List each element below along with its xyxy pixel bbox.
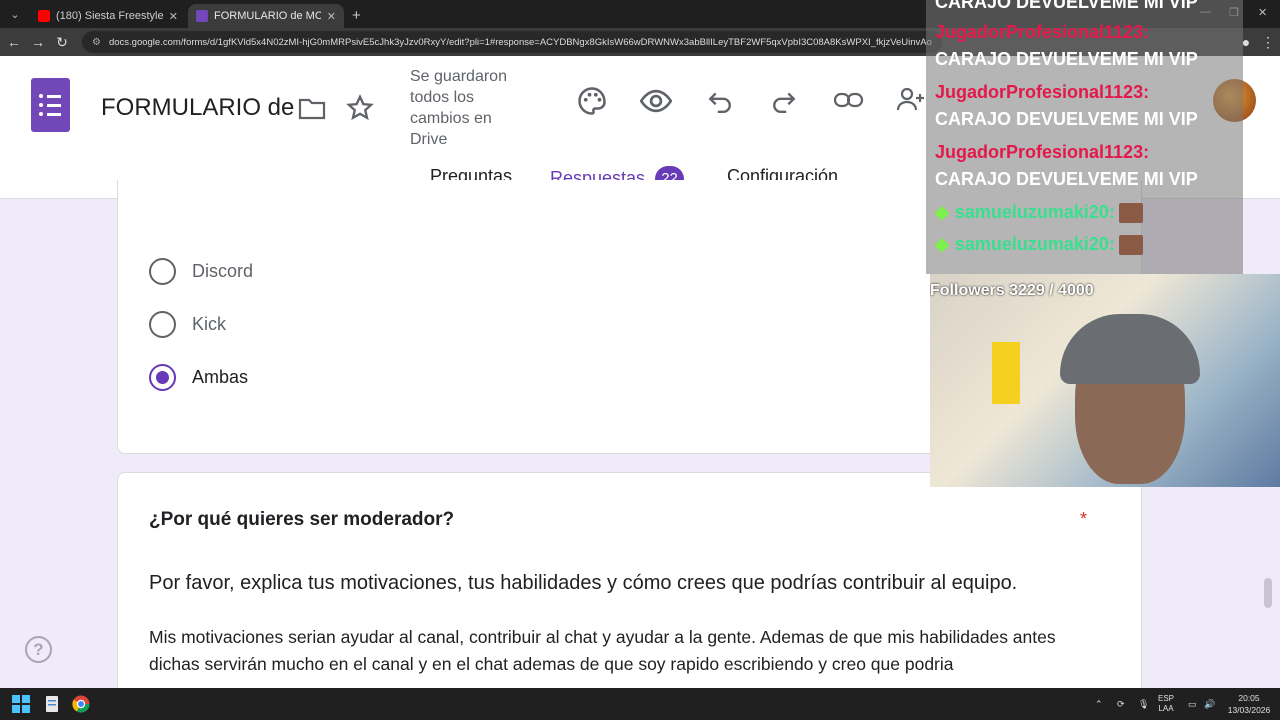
chat-line-green: ◆ samueluzumaki20: — [935, 202, 1143, 224]
chat-username: JugadorProfesional1123: — [935, 22, 1150, 42]
customize-theme-palette-icon[interactable] — [577, 86, 607, 116]
microphone-icon[interactable]: 🎙 — [1138, 688, 1149, 720]
preview-eye-icon[interactable] — [640, 86, 672, 116]
move-to-folder-icon[interactable] — [298, 96, 326, 120]
streamer-cap — [1060, 314, 1200, 384]
chat-line-green: ◆ samueluzumaki20: — [935, 234, 1143, 256]
radio-option-ambas[interactable]: Ambas — [149, 364, 248, 391]
clock-date: 13/03/2026 — [1227, 705, 1271, 715]
star-icon[interactable] — [346, 94, 374, 122]
tab-title: (180) Siesta Freestyle - You — [56, 10, 163, 22]
window-close-icon[interactable]: ✕ — [1258, 6, 1267, 19]
option-label: Ambas — [192, 367, 249, 387]
chat-username: JugadorProfesional1123: — [935, 82, 1150, 102]
form-title[interactable]: FORMULARIO de — [101, 94, 294, 122]
tray-overflow-chevron-icon[interactable]: ⌃ — [1095, 688, 1103, 720]
chat-username: samueluzumaki20: — [954, 234, 1115, 254]
chat-username: samueluzumaki20: — [954, 202, 1115, 222]
radio-button-selected[interactable] — [149, 364, 176, 391]
radio-option-discord[interactable]: Discord — [149, 258, 253, 285]
webcam-feed: Followers 3229 / 4000 — [930, 274, 1280, 487]
option-label: Kick — [192, 314, 227, 334]
url-text: docs.google.com/forms/d/1gfKVld5x4N02zMI… — [108, 36, 932, 48]
google-forms-logo-icon[interactable] — [31, 78, 70, 132]
notepad-icon[interactable] — [43, 695, 61, 713]
chat-message: CARAJO DEVUELVEME MI VIP — [935, 0, 1198, 12]
gem-badge-icon: ◆ — [935, 202, 949, 222]
volume-icon[interactable]: 🔊 — [1204, 688, 1215, 720]
link-icon[interactable] — [833, 88, 865, 112]
forward-arrow-icon[interactable]: → — [26, 34, 50, 50]
youtube-icon — [38, 10, 50, 22]
emote-icon — [1118, 203, 1143, 224]
question-title: ¿Por qué quieres ser moderador? — [149, 509, 455, 530]
close-icon[interactable]: ✕ — [169, 10, 178, 23]
wall-poster — [992, 342, 1020, 404]
radio-button[interactable] — [149, 258, 176, 285]
scrollbar-thumb[interactable] — [1264, 578, 1272, 608]
help-icon[interactable]: ? — [25, 636, 52, 663]
stream-chat-overlay: CARAJO DEVUELVEME MI VIP JugadorProfesio… — [926, 0, 1243, 274]
add-collaborator-icon[interactable] — [896, 86, 926, 114]
chat-message: CARAJO DEVUELVEME MI VIP — [935, 49, 1198, 69]
emote-icon — [1118, 235, 1143, 256]
chrome-icon[interactable] — [72, 695, 90, 713]
site-info-icon[interactable]: ⚙ — [92, 37, 101, 48]
language-code: ESP — [1158, 694, 1175, 703]
save-status: Se guardaron todos los cambios en Drive — [410, 68, 507, 148]
keyboard-layout: LAA — [1158, 704, 1174, 713]
question-description: Por favor, explica tus motivaciones, tus… — [149, 572, 1018, 594]
input-language[interactable]: ESP LAA — [1158, 694, 1174, 714]
radio-option-kick[interactable]: Kick — [149, 311, 226, 338]
network-sync-icon[interactable]: ⟳ — [1117, 688, 1125, 720]
radio-button[interactable] — [149, 311, 176, 338]
windows-taskbar: ⌃ ⟳ 🎙 ESP LAA ▭ 🔊 20:05 13/03/2026 — [0, 688, 1280, 720]
browser-menu-icon[interactable]: ⋮ — [1256, 34, 1280, 51]
display-icon[interactable]: ▭ — [1188, 688, 1197, 720]
forms-favicon-icon — [196, 10, 208, 22]
reload-icon[interactable]: ↻ — [50, 34, 74, 51]
tab-title: FORMULARIO de MODS - Form — [214, 10, 321, 22]
gem-badge-icon: ◆ — [935, 234, 949, 254]
chat-message: CARAJO DEVUELVEME MI VIP — [935, 109, 1198, 129]
back-arrow-icon[interactable]: ← — [2, 34, 26, 50]
chat-username: JugadorProfesional1123: — [935, 142, 1150, 162]
required-asterisk: * — [1080, 509, 1088, 529]
option-label: Discord — [192, 261, 254, 281]
clock-time: 20:05 — [1238, 693, 1260, 703]
followers-goal: Followers 3229 / 4000 — [930, 282, 1094, 299]
windows-start-icon[interactable] — [12, 695, 30, 713]
tab-search-chevron-icon[interactable]: ⌄ — [4, 3, 26, 25]
browser-tab-forms[interactable]: FORMULARIO de MODS - Form ✕ — [188, 4, 344, 28]
new-tab-plus-icon[interactable]: + — [352, 7, 361, 24]
redo-icon[interactable] — [771, 88, 797, 114]
system-clock[interactable]: 20:05 13/03/2026 — [1226, 692, 1272, 716]
chat-message: CARAJO DEVUELVEME MI VIP — [935, 169, 1198, 189]
browser-tab-youtube[interactable]: (180) Siesta Freestyle - You ✕ — [30, 4, 186, 28]
url-field[interactable]: ⚙ docs.google.com/forms/d/1gfKVld5x4N02z… — [82, 31, 942, 53]
close-icon[interactable]: ✕ — [327, 10, 336, 23]
undo-icon[interactable] — [707, 88, 733, 114]
answer-text: Mis motivaciones serian ayudar al canal,… — [149, 627, 1056, 674]
